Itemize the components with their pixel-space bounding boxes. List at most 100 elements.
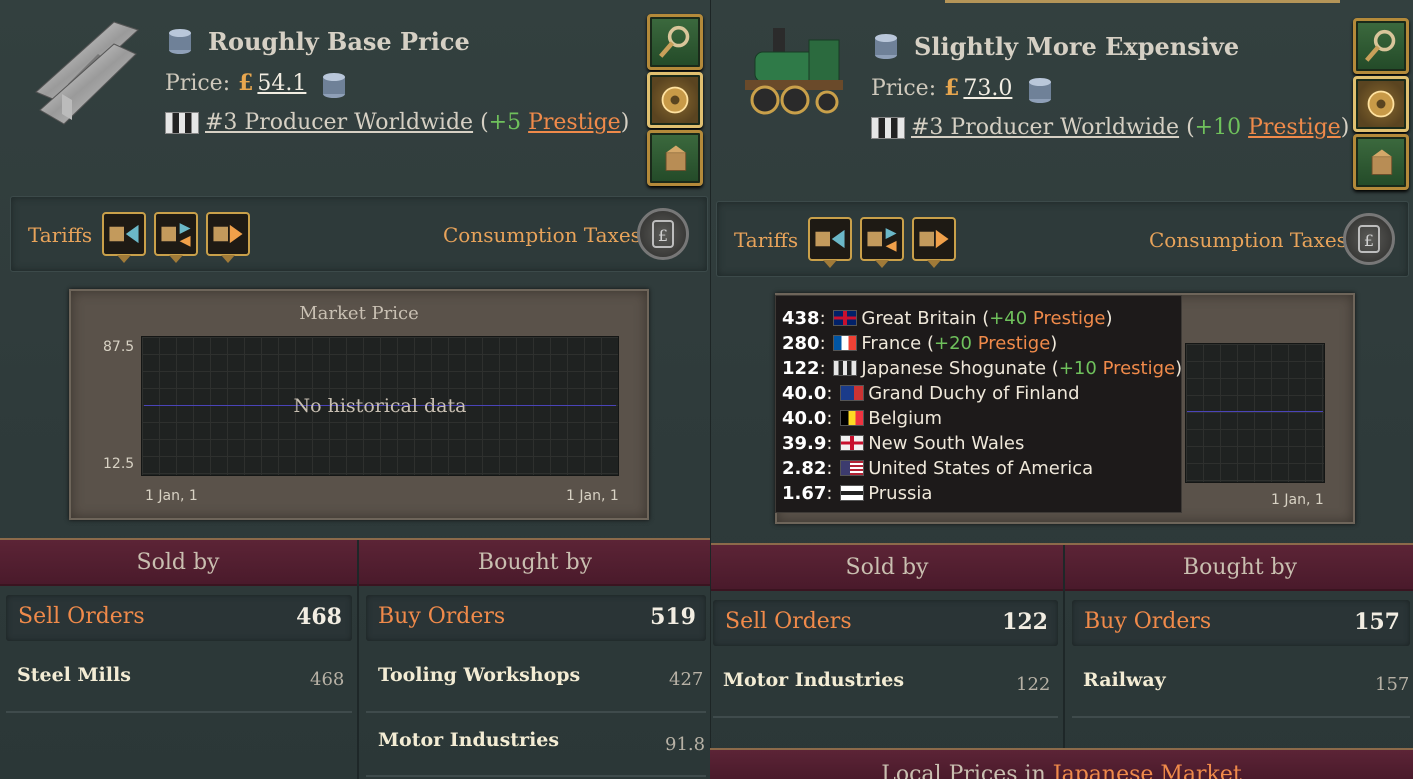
new-south-wales-flag-icon (840, 435, 865, 451)
coins-icon (165, 25, 195, 55)
magnifier-button[interactable] (1353, 18, 1409, 74)
prestige-word: Prestige (1248, 115, 1341, 140)
chart-series-line (1187, 411, 1323, 412)
tooltip-row: 40.0: Grand Duchy of Finland (782, 383, 1080, 404)
tooltip-row: 438: Great Britain (+40 Prestige) (782, 308, 1113, 329)
tooltip-row: 2.82: United States of America (782, 458, 1094, 479)
tariff-bar: Tariffs Consumption Taxes £ (10, 196, 708, 272)
producer-rank[interactable]: #3 Producer Worldwide (+10 Prestige) (871, 115, 1349, 140)
import-tariff-button[interactable] (102, 212, 146, 263)
y-tick-min: 12.5 (103, 456, 135, 472)
consumption-taxes-label: Consumption Taxes (443, 223, 641, 247)
price-row: Price: £54.1 (165, 69, 349, 99)
x-tick-start: 1 Jan, 1 (145, 488, 198, 504)
seller-value: 468 (310, 669, 345, 690)
no-data-label: No historical data (293, 395, 467, 417)
production-gear-button[interactable] (1353, 76, 1409, 132)
prussia-flag-icon (840, 485, 865, 501)
price-value[interactable]: 73.0 (963, 76, 1012, 101)
buyer-name[interactable]: Tooling Workshops (378, 664, 580, 686)
tariff-bar: Tariffs Consumption Taxes £ (716, 201, 1409, 277)
row-divider (366, 711, 706, 713)
consumption-taxes-label: Consumption Taxes (1149, 228, 1347, 252)
y-tick-max: 87.5 (103, 339, 135, 355)
japan-flag-icon (871, 117, 905, 139)
goods-panel-steel: Roughly Base Price Price: £54.1 #3 Produc… (0, 0, 710, 779)
consumption-tax-icon[interactable]: £ (637, 208, 689, 260)
orders-header-band: Sold by Bought by (0, 538, 710, 586)
coins-icon (319, 69, 349, 99)
producer-ranking-tooltip: 438: Great Britain (+40 Prestige) 280: F… (775, 295, 1182, 513)
rank-text: #3 Producer Worldwide (205, 110, 474, 135)
usa-flag-icon (840, 460, 865, 476)
price-value[interactable]: 54.1 (257, 71, 306, 96)
buyer-value: 91.8 (665, 734, 706, 755)
producer-rank[interactable]: #3 Producer Worldwide (+5 Prestige) (165, 110, 629, 135)
x-tick-end: 1 Jan, 1 (566, 488, 619, 504)
svg-text:£: £ (658, 226, 668, 245)
tooltip-row: 1.67: Prussia (782, 483, 933, 504)
seller-name[interactable]: Steel Mills (17, 664, 131, 686)
crate-button[interactable] (1353, 134, 1409, 190)
local-prices-header: Local Prices in Japanese Market (710, 748, 1413, 779)
import-tariff-button[interactable] (808, 217, 852, 268)
export-tariff-button[interactable] (912, 217, 956, 268)
tooltip-row: 122: Japanese Shogunate (+10 Prestige) (782, 358, 1183, 379)
sell-orders-label: Sell Orders (18, 604, 145, 629)
buyer-name[interactable]: Motor Industries (378, 729, 559, 751)
price-label: Price: (871, 76, 937, 101)
buyer-value: 157 (1375, 674, 1410, 695)
market-price-chart: Market Price 87.5 12.5 No historical dat… (69, 289, 649, 520)
export-tariff-button[interactable] (206, 212, 250, 263)
balanced-tariff-button[interactable] (860, 217, 904, 268)
crate-button[interactable] (647, 130, 703, 186)
tariffs-label: Tariffs (28, 223, 93, 247)
sell-orders-card[interactable]: Sell Orders 468 (6, 595, 352, 641)
balanced-tariff-button[interactable] (154, 212, 198, 263)
row-divider (713, 716, 1058, 718)
chart-title: Market Price (299, 303, 419, 324)
sold-by-heading: Sold by (136, 550, 220, 575)
finland-flag-icon (840, 385, 865, 401)
sell-orders-value: 468 (296, 604, 342, 630)
prestige-word: Prestige (528, 110, 621, 135)
buy-orders-label: Buy Orders (378, 604, 506, 629)
local-prices-title: Local Prices in Japanese Market (710, 762, 1413, 779)
svg-text:£: £ (1364, 231, 1374, 250)
column-divider (1063, 545, 1065, 748)
price-row: Price: £73.0 (871, 74, 1055, 104)
locomotive-goods-icon (733, 22, 851, 122)
belgium-flag-icon (840, 410, 865, 426)
sell-orders-card[interactable]: Sell Orders 122 (713, 600, 1058, 646)
consumption-tax-icon[interactable]: £ (1343, 213, 1395, 265)
buy-orders-value: 519 (650, 604, 696, 630)
x-tick-end: 1 Jan, 1 (1271, 492, 1324, 508)
prestige-bonus: +5 (488, 110, 522, 135)
price-label: Price: (165, 71, 231, 96)
price-status: Roughly Base Price (208, 27, 470, 56)
sold-by-heading: Sold by (845, 555, 929, 580)
production-gear-button[interactable] (647, 72, 703, 128)
buy-orders-card[interactable]: Buy Orders 519 (366, 595, 706, 641)
buyer-value: 427 (669, 669, 704, 690)
pound-icon: £ (944, 75, 960, 101)
sell-orders-label: Sell Orders (725, 609, 852, 634)
orders-header-band: Sold by Bought by (711, 543, 1413, 591)
tooltip-row: 39.9: New South Wales (782, 433, 1025, 454)
seller-value: 122 (1016, 674, 1051, 695)
bought-by-heading: Bought by (477, 550, 593, 575)
seller-name[interactable]: Motor Industries (723, 669, 904, 691)
column-divider (357, 540, 359, 779)
magnifier-button[interactable] (647, 14, 703, 70)
coins-icon (1025, 74, 1055, 104)
buyer-name[interactable]: Railway (1083, 669, 1166, 691)
great-britain-flag-icon (833, 310, 858, 326)
row-divider (1072, 716, 1410, 718)
row-divider (6, 711, 352, 713)
tooltip-row: 40.0: Belgium (782, 408, 943, 429)
row-divider (366, 775, 706, 777)
france-flag-icon (833, 335, 858, 351)
buy-orders-card[interactable]: Buy Orders 157 (1072, 600, 1410, 646)
market-link[interactable]: Japanese Market (1053, 762, 1242, 779)
prestige-bonus: +10 (1194, 115, 1242, 140)
